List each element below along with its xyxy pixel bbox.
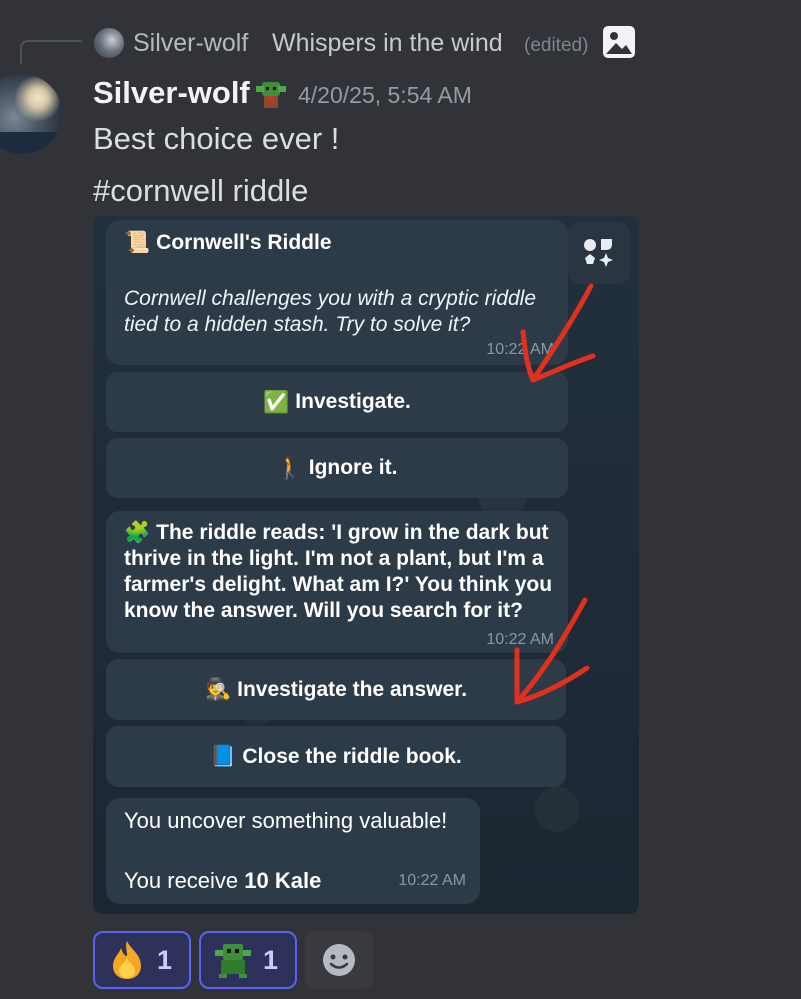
message-channel-text: #cornwell riddle	[93, 173, 309, 208]
message-author[interactable]: Silver-wolf	[93, 75, 250, 111]
reward-text: You uncover something valuable!	[124, 808, 448, 833]
reply-author[interactable]: Silver-wolf	[133, 29, 248, 58]
green-creature-icon	[215, 944, 251, 978]
button-label: Ignore it.	[308, 456, 398, 479]
reply-edited-tag: (edited)	[524, 35, 589, 56]
button-label: Close the riddle book.	[242, 744, 462, 768]
role-badge-icon	[256, 82, 286, 108]
close-riddle-book-button[interactable]: 📘 Close the riddle book.	[106, 726, 566, 787]
reaction-green-creature[interactable]: 1	[199, 931, 297, 989]
add-reaction-button[interactable]	[305, 931, 373, 989]
reply-text[interactable]: Whispers in the wind	[272, 29, 503, 58]
button-label: Investigate.	[295, 390, 411, 413]
reward-amount-text: You receive 10 Kale	[124, 868, 321, 894]
sticker-button[interactable]	[568, 222, 630, 284]
annotation-arrow	[514, 597, 590, 705]
button-label: Investigate the answer.	[237, 677, 468, 701]
reaction-count: 1	[263, 944, 279, 975]
scroll-icon: 📜	[124, 230, 151, 254]
reply-spine	[20, 40, 82, 64]
ignore-button[interactable]: 🚶 Ignore it.	[106, 438, 568, 498]
fire-icon	[113, 941, 141, 979]
reaction-fire[interactable]: 1	[93, 931, 191, 989]
walking-person-icon: 🚶	[276, 455, 303, 480]
image-icon[interactable]	[602, 25, 636, 59]
smiley-icon	[323, 944, 355, 976]
investigate-button[interactable]: ✅ Investigate.	[106, 372, 568, 432]
reaction-count: 1	[157, 944, 173, 975]
bubble-time: 10:22 AM	[398, 872, 466, 889]
riddle-title-text: Cornwell's Riddle	[156, 230, 332, 254]
riddle-intro-bubble: 📜 Cornwell's Riddle Cornwell challenges …	[106, 220, 568, 365]
attached-screenshot[interactable]: 📜 Cornwell's Riddle Cornwell challenges …	[93, 216, 639, 914]
message-text: Best choice ever !	[93, 121, 340, 156]
riddle-text-bubble: 🧩 The riddle reads: 'I grow in the dark b…	[106, 511, 568, 653]
riddle-title: 📜 Cornwell's Riddle	[124, 230, 332, 255]
reply-avatar[interactable]	[94, 28, 124, 58]
reward-bubble: You uncover something valuable! You rece…	[106, 798, 480, 904]
annotation-arrow	[520, 283, 596, 383]
detective-icon: 🕵	[204, 677, 232, 701]
riddle-text-content: The riddle reads: 'I grow in the dark bu…	[124, 521, 553, 622]
puzzle-icon: 🧩	[124, 520, 151, 544]
message-timestamp: 4/20/25, 5:54 AM	[298, 82, 472, 108]
blue-book-icon: 📘	[210, 744, 237, 768]
investigate-answer-button[interactable]: 🕵 Investigate the answer.	[106, 659, 566, 720]
reward-prefix: You receive	[124, 868, 245, 893]
check-icon: ✅	[263, 389, 290, 414]
shapes-icon	[584, 239, 613, 267]
reward-item: 10 Kale	[244, 868, 322, 893]
riddle-intro-text: Cornwell challenges you with a cryptic r…	[124, 287, 537, 336]
author-avatar[interactable]	[0, 74, 62, 154]
riddle-text: 🧩 The riddle reads: 'I grow in the dark b…	[124, 519, 554, 624]
